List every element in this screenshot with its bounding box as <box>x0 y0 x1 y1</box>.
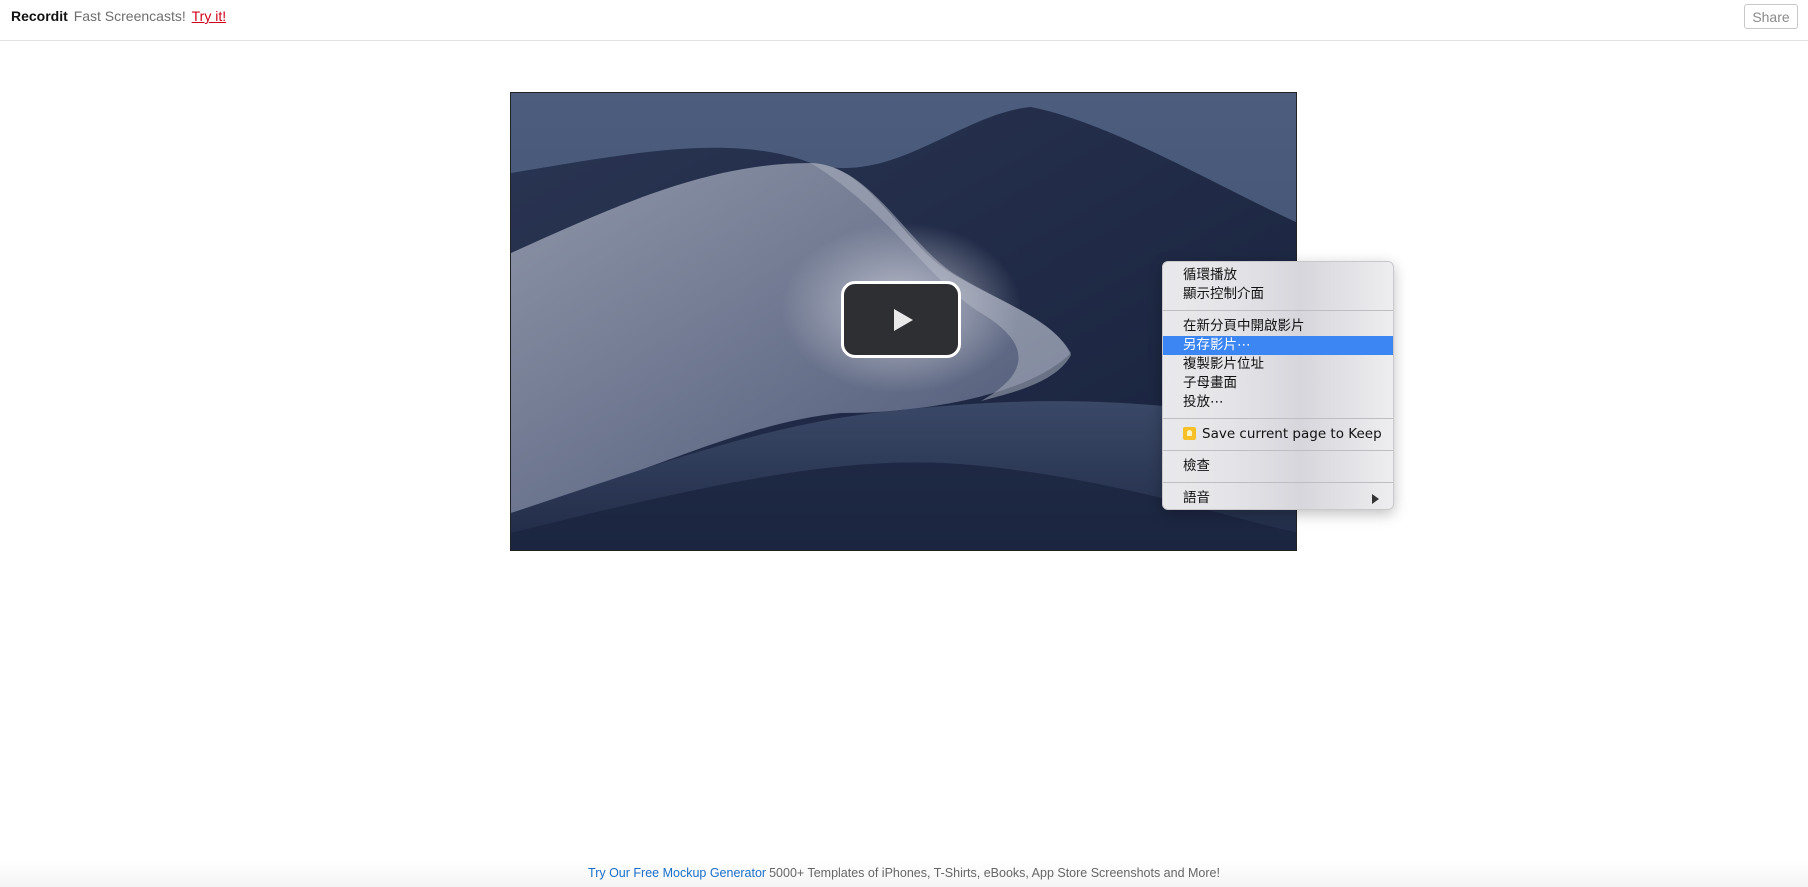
menu-separator <box>1163 482 1393 483</box>
play-button[interactable] <box>841 281 961 358</box>
brand-name: Recordit <box>11 8 68 24</box>
menu-item-loop[interactable]: 循環播放 <box>1163 266 1393 285</box>
menu-item-speech[interactable]: 語音 <box>1163 489 1393 508</box>
keep-icon <box>1183 427 1196 440</box>
menu-item-picture-in-picture[interactable]: 子母畫面 <box>1163 374 1393 393</box>
menu-item-label: Save current page to Keep <box>1202 426 1382 442</box>
context-menu: 循環播放 顯示控制介面 在新分頁中開啟影片 另存影片⋯ 複製影片位址 子母畫面 … <box>1162 261 1394 510</box>
menu-item-label: 另存影片⋯ <box>1183 337 1251 353</box>
menu-separator <box>1163 418 1393 419</box>
play-icon <box>893 308 913 331</box>
menu-item-label: 顯示控制介面 <box>1183 286 1264 302</box>
menu-item-label: 語音 <box>1183 490 1210 506</box>
menu-item-inspect[interactable]: 檢查 <box>1163 457 1393 476</box>
menu-item-copy-video-address[interactable]: 複製影片位址 <box>1163 355 1393 374</box>
submenu-arrow-icon <box>1372 494 1379 504</box>
menu-separator <box>1163 450 1393 451</box>
mockup-generator-link[interactable]: Try Our Free Mockup Generator <box>588 866 766 880</box>
menu-item-label: 子母畫面 <box>1183 375 1237 391</box>
menu-item-label: 在新分頁中開啟影片 <box>1183 318 1305 334</box>
footer: Try Our Free Mockup Generator 5000+ Templ… <box>0 862 1808 887</box>
menu-item-label: 投放⋯ <box>1183 394 1224 410</box>
try-it-link[interactable]: Try it! <box>192 8 226 24</box>
menu-item-label: 檢查 <box>1183 458 1210 474</box>
top-bar: Recordit Fast Screencasts! Try it! Share <box>0 0 1808 41</box>
menu-item-save-to-keep[interactable]: Save current page to Keep <box>1163 425 1393 444</box>
brand-line: Recordit Fast Screencasts! Try it! <box>11 8 226 24</box>
menu-item-save-video-as[interactable]: 另存影片⋯ <box>1163 336 1393 355</box>
menu-separator <box>1163 310 1393 311</box>
menu-item-label: 循環播放 <box>1183 267 1237 283</box>
menu-item-open-video-new-tab[interactable]: 在新分頁中開啟影片 <box>1163 317 1393 336</box>
brand-tagline: Fast Screencasts! <box>73 8 186 24</box>
share-button[interactable]: Share <box>1744 4 1798 29</box>
menu-item-cast[interactable]: 投放⋯ <box>1163 393 1393 412</box>
menu-item-label: 複製影片位址 <box>1183 356 1264 372</box>
menu-item-show-controls[interactable]: 顯示控制介面 <box>1163 285 1393 304</box>
footer-text: 5000+ Templates of iPhones, T-Shirts, eB… <box>769 866 1220 880</box>
